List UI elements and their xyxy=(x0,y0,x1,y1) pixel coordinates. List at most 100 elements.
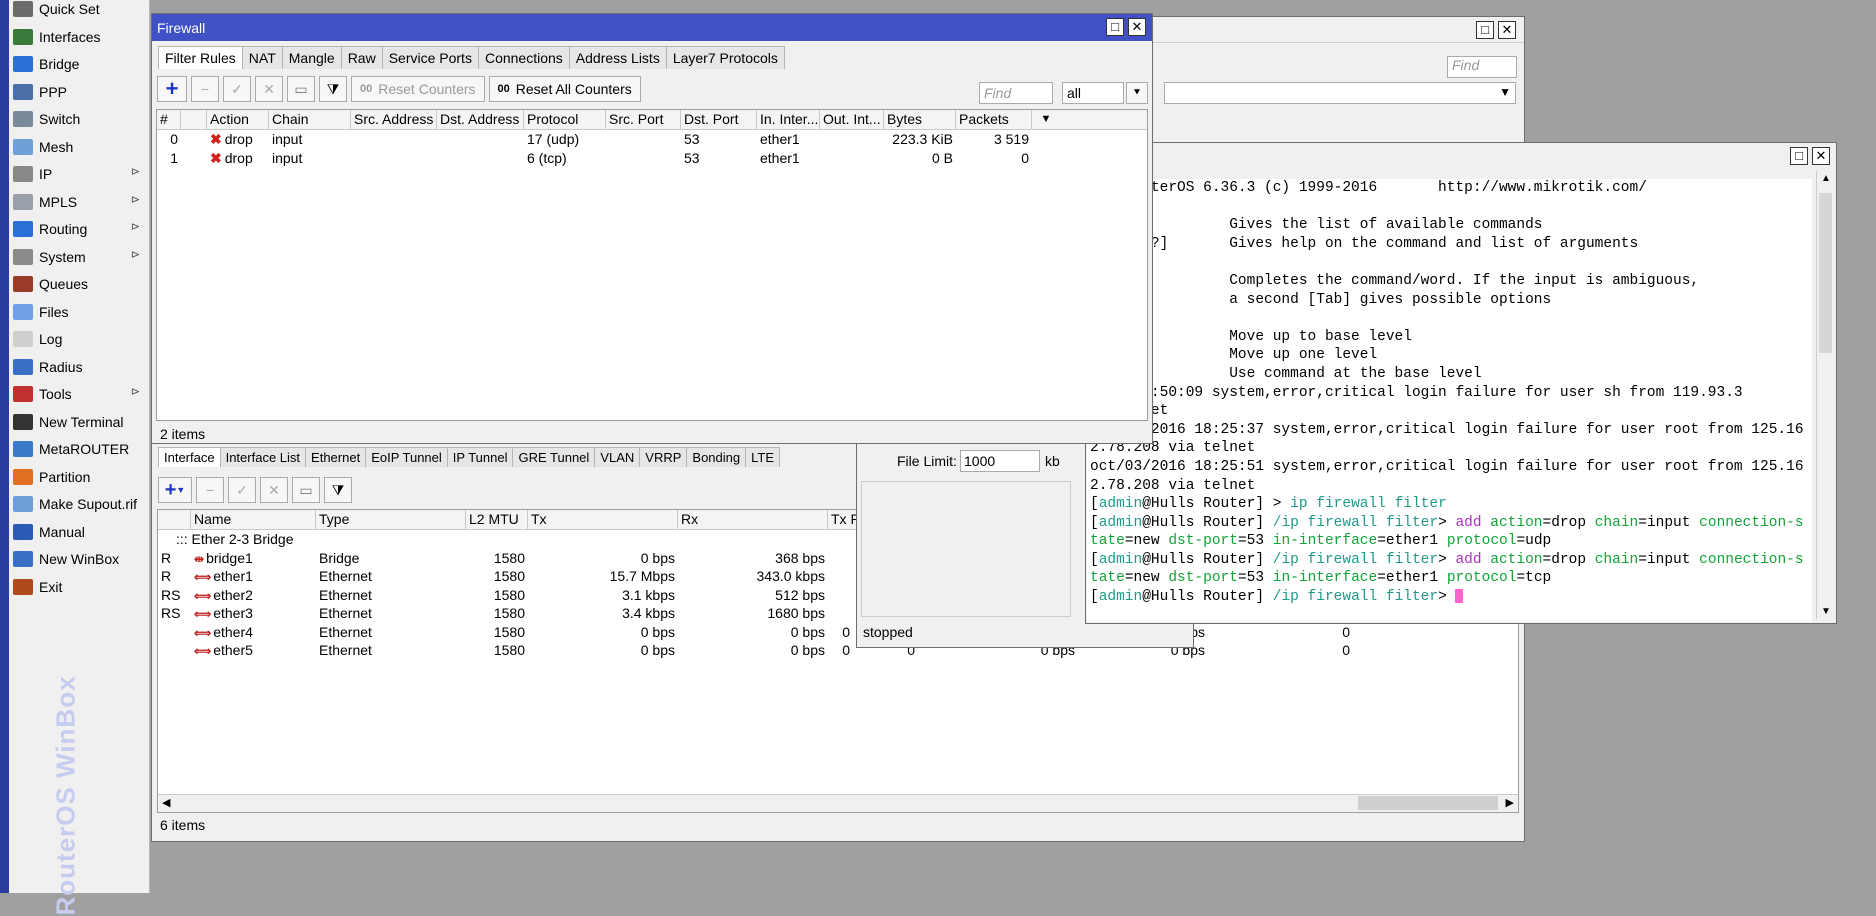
sidebar-item-switch[interactable]: Switch xyxy=(10,106,148,132)
col--[interactable]: # xyxy=(157,110,181,129)
scrollbar-thumb[interactable] xyxy=(1358,796,1498,810)
col-name[interactable]: Name xyxy=(191,510,316,529)
col-packets[interactable]: Packets xyxy=(956,110,1032,129)
close-button[interactable]: ✕ xyxy=(1498,21,1516,39)
add-button[interactable]: + ▼ xyxy=(158,477,192,503)
col-flags[interactable] xyxy=(158,510,191,529)
reset-all-counters-button[interactable]: 00 Reset All Counters xyxy=(488,76,641,102)
sidebar-item-system[interactable]: System ⊳ xyxy=(10,244,148,270)
sidebar-item-ppp[interactable]: PPP xyxy=(10,79,148,105)
sidebar-item-exit[interactable]: Exit xyxy=(10,574,148,600)
col-action[interactable]: Action xyxy=(207,110,269,129)
sidebar-item-routing[interactable]: Routing ⊳ xyxy=(10,216,148,242)
tab-raw[interactable]: Raw xyxy=(340,46,383,69)
tab-mangle[interactable]: Mangle xyxy=(281,46,342,69)
sidebar-item-manual[interactable]: Manual xyxy=(10,519,148,545)
comment-button[interactable]: ▭ xyxy=(292,477,320,503)
remove-rule-button[interactable]: − xyxy=(191,76,219,102)
sidebar-item-metarouter[interactable]: MetaROUTER xyxy=(10,436,148,462)
sidebar-item-interfaces[interactable]: Interfaces xyxy=(10,24,148,50)
tab-interface[interactable]: Interface xyxy=(158,447,221,467)
tab-vlan[interactable]: VLAN xyxy=(594,447,641,467)
tab-nat[interactable]: NAT xyxy=(241,46,283,69)
close-button[interactable]: ✕ xyxy=(1128,18,1146,36)
firewall-filter-select[interactable]: all xyxy=(1062,82,1124,104)
col-chain[interactable]: Chain xyxy=(269,110,351,129)
terminal-titlebar[interactable] xyxy=(1086,143,1836,169)
tab-address-lists[interactable]: Address Lists xyxy=(568,46,667,69)
maximize-button[interactable]: □ xyxy=(1106,18,1124,36)
terminal-scrollbar[interactable]: ▲ ▼ xyxy=(1816,171,1834,619)
disable-button[interactable]: ✕ xyxy=(260,477,288,503)
horizontal-scrollbar[interactable]: ◀ ▶ xyxy=(158,794,1518,812)
table-row[interactable]: 0 ✖ drop input 17 (udp) 53 ether1 223.3 KiB 3 51… xyxy=(157,130,1147,149)
tab-gre-tunnel[interactable]: GRE Tunnel xyxy=(512,447,596,467)
tab-layer7-protocols[interactable]: Layer7 Protocols xyxy=(665,46,785,69)
scrollbar-thumb[interactable] xyxy=(1819,193,1832,353)
add-rule-button[interactable]: + xyxy=(157,76,187,102)
scroll-left-icon[interactable]: ◀ xyxy=(162,796,170,809)
scroll-right-icon[interactable]: ▶ xyxy=(1506,796,1514,809)
col-dst-port[interactable]: Dst. Port xyxy=(681,110,757,129)
tab-interface-list[interactable]: Interface List xyxy=(219,447,307,467)
interface-filter-dropdown[interactable]: ▼ xyxy=(1164,82,1516,104)
sidebar-item-make-supout-rif[interactable]: Make Supout.rif xyxy=(10,491,148,517)
filter-button[interactable]: ⧩ xyxy=(324,477,352,503)
enable-rule-button[interactable]: ✓ xyxy=(223,76,251,102)
tab-filter-rules[interactable]: Filter Rules xyxy=(158,46,243,69)
tab-ethernet[interactable]: Ethernet xyxy=(305,447,367,467)
tab-vrrp[interactable]: VRRP xyxy=(639,447,688,467)
tab-lte[interactable]: LTE xyxy=(745,447,781,467)
sidebar-item-partition[interactable]: Partition xyxy=(10,464,148,490)
tab-service-ports[interactable]: Service Ports xyxy=(381,46,479,69)
col-bytes[interactable]: Bytes xyxy=(884,110,956,129)
filter-dropdown-button[interactable]: ⯆ xyxy=(1126,82,1148,104)
scroll-up-icon[interactable]: ▲ xyxy=(1821,173,1831,184)
tab-connections[interactable]: Connections xyxy=(477,46,570,69)
remove-button[interactable]: − xyxy=(196,477,224,503)
file-limit-input[interactable]: 1000 xyxy=(960,450,1040,472)
col-src-port[interactable]: Src. Port xyxy=(606,110,681,129)
firewall-find-input[interactable]: Find xyxy=(979,82,1053,104)
sidebar-item-tools[interactable]: Tools ⊳ xyxy=(10,381,148,407)
tab-bonding[interactable]: Bonding xyxy=(686,447,747,467)
col-tx[interactable]: Tx xyxy=(528,510,678,529)
disable-rule-button[interactable]: ✕ xyxy=(255,76,283,102)
firewall-titlebar[interactable]: Firewall xyxy=(152,14,1152,41)
table-row[interactable]: ⟺ ether5 Ethernet 1580 0 bps 0 bps 0 0 0 bps 0 bp… xyxy=(158,641,1518,660)
maximize-button[interactable]: □ xyxy=(1790,147,1808,165)
sidebar-item-mpls[interactable]: MPLS ⊳ xyxy=(10,189,148,215)
sidebar-item-radius[interactable]: Radius xyxy=(10,354,148,380)
sidebar-item-new-terminal[interactable]: New Terminal xyxy=(10,409,148,435)
terminal-output[interactable]: Tik RouterOS 6.36.3 (c) 1999-2016 http:/… xyxy=(1087,179,1812,622)
column-chooser-icon[interactable]: ▼ xyxy=(1032,110,1057,129)
table-row[interactable]: ⟺ether4Ethernet15800 bps0 bps000 bps0 bp… xyxy=(158,623,1518,642)
enable-button[interactable]: ✓ xyxy=(228,477,256,503)
interface-find-input[interactable]: Find xyxy=(1447,56,1517,78)
tab-eoip-tunnel[interactable]: EoIP Tunnel xyxy=(365,447,448,467)
maximize-button[interactable]: □ xyxy=(1476,21,1494,39)
table-row[interactable]: 1 ✖ drop input 6 (tcp) 53 ether1 0 B0 xyxy=(157,149,1147,168)
comment-button[interactable]: ▭ xyxy=(287,76,315,102)
col-in-inter-[interactable]: In. Inter... xyxy=(757,110,820,129)
col-src-address[interactable]: Src. Address xyxy=(351,110,437,129)
scroll-down-icon[interactable]: ▼ xyxy=(1821,606,1831,617)
sidebar-item-new-winbox[interactable]: New WinBox xyxy=(10,546,148,572)
col-protocol[interactable]: Protocol xyxy=(524,110,606,129)
sidebar-item-ip[interactable]: IP ⊳ xyxy=(10,161,148,187)
sidebar-item-quick-set[interactable]: Quick Set xyxy=(10,0,148,22)
col-type[interactable]: Type xyxy=(316,510,466,529)
col-dst-address[interactable]: Dst. Address xyxy=(437,110,524,129)
sidebar-item-log[interactable]: Log xyxy=(10,326,148,352)
sidebar-item-bridge[interactable]: Bridge xyxy=(10,51,148,77)
reset-counters-button[interactable]: 00 Reset Counters xyxy=(351,76,485,102)
sidebar-item-files[interactable]: Files xyxy=(10,299,148,325)
col-out-int-[interactable]: Out. Int... xyxy=(820,110,884,129)
col-l2mtu[interactable]: L2 MTU xyxy=(466,510,528,529)
col-flag[interactable] xyxy=(181,110,207,129)
sidebar-item-mesh[interactable]: Mesh xyxy=(10,134,148,160)
filter-button[interactable]: ⧩ xyxy=(319,76,347,102)
sidebar-item-queues[interactable]: Queues xyxy=(10,271,148,297)
tab-ip-tunnel[interactable]: IP Tunnel xyxy=(446,447,514,467)
col-rx[interactable]: Rx xyxy=(678,510,828,529)
